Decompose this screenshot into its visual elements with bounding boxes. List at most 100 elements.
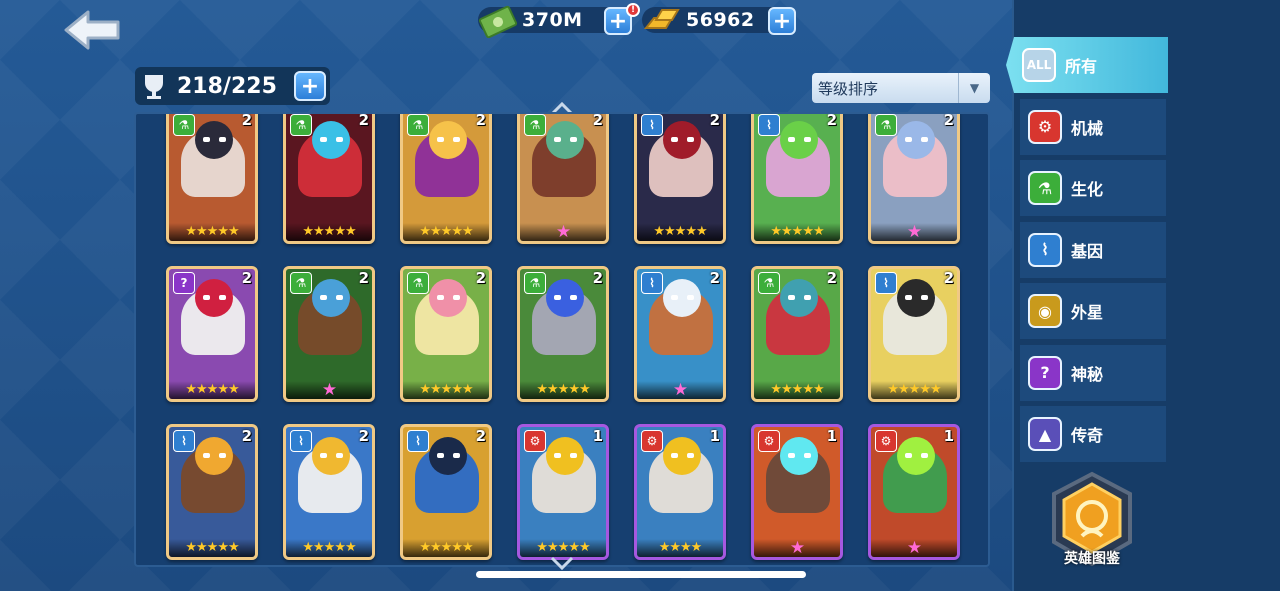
tab-label: 基因 <box>1071 241 1104 261</box>
gold-currency: 56962 + <box>642 4 796 36</box>
tab-legend[interactable]: ▲ 传奇 <box>1020 406 1166 462</box>
star-rating: ★ <box>637 381 723 399</box>
gene-faction-icon: ⌇ <box>875 272 897 294</box>
star-rating: ★★★★★ <box>520 381 606 399</box>
star-rating: ★★★★★ <box>754 223 840 241</box>
bio-faction-icon: ⚗ <box>875 114 897 136</box>
hero-card[interactable]: ⌇ 2 ★★★★★ <box>166 424 258 560</box>
cash-bundle-icon <box>478 5 518 38</box>
star-rating: ★★★★ <box>637 539 723 557</box>
bio-faction-icon: ⚗ <box>407 272 429 294</box>
tab-gene[interactable]: ⌇ 基因 <box>1020 221 1166 278</box>
legend-faction-icon: ▲ <box>1028 417 1062 451</box>
tab-all[interactable]: ALL 所有 <box>1006 37 1168 93</box>
hero-card[interactable]: ⚗ 2 ★★★★★ <box>751 266 843 402</box>
tab-label: 外星 <box>1071 303 1104 322</box>
hero-level: 1 <box>709 427 720 445</box>
mech-faction-icon: ⚙ <box>875 430 897 452</box>
hero-card[interactable]: ⚗ 2 ★★★★★ <box>517 266 609 402</box>
star-rating: ★ <box>871 223 957 241</box>
gene-faction-icon: ⌇ <box>641 272 663 294</box>
hero-card[interactable]: ⌇ 2 ★★★★★ <box>634 114 726 244</box>
hero-grid: ⚗ 2 ★★★★★ ⚗ 2 ★★★★★ ⚗ 2 ★★★★★ ⚗ 2 ★ ⌇ 2 ★★★★★ ⌇ 2 ★★★★★ ⚗ 2… <box>134 112 990 567</box>
hero-level: 2 <box>826 269 837 287</box>
capacity-value: 218/225 <box>177 73 277 99</box>
hero-card[interactable]: ⌇ 2 ★ <box>634 266 726 402</box>
hero-level: 2 <box>241 269 252 287</box>
star-rating: ★★★★★ <box>520 539 606 557</box>
hero-level: 2 <box>826 112 837 129</box>
star-rating: ★★★★★ <box>403 539 489 557</box>
hero-level: 2 <box>709 269 720 287</box>
hero-card[interactable]: ⚗ 2 ★★★★★ <box>283 112 375 244</box>
mech-faction-icon: ⚙ <box>1028 109 1062 144</box>
hero-card[interactable]: ⌇ 2 ★★★★★ <box>868 266 960 402</box>
hero-card[interactable]: ⚙ 1 ★★★★★ <box>517 424 609 560</box>
mech-faction-icon: ⚙ <box>524 430 546 452</box>
sort-dropdown[interactable]: 等级排序 ▼ <box>812 73 990 103</box>
hero-card[interactable]: ⚗ 2 ★★★★★ <box>166 112 258 244</box>
hero-card[interactable]: ⌇ 2 ★★★★★ <box>400 424 492 560</box>
hero-card[interactable]: ⌇ 2 ★★★★★ <box>283 424 375 560</box>
scroll-down-icon <box>550 556 574 570</box>
back-arrow-icon[interactable] <box>62 8 124 52</box>
star-rating: ★ <box>286 381 372 399</box>
hero-level: 2 <box>475 269 486 287</box>
hero-card[interactable]: ⚗ 2 ★ <box>283 266 375 402</box>
bio-faction-icon: ⚗ <box>173 114 195 136</box>
bio-faction-icon: ⚗ <box>407 114 429 136</box>
hero-level: 2 <box>358 427 369 445</box>
hero-level: 2 <box>592 269 603 287</box>
bio-faction-icon: ⚗ <box>758 272 780 294</box>
hero-card[interactable]: ? 2 ★★★★★ <box>166 266 258 402</box>
tab-bio[interactable]: ⚗ 生化 <box>1020 160 1166 216</box>
bio-faction-icon: ⚗ <box>524 114 546 136</box>
expand-capacity-button[interactable]: + <box>294 71 326 101</box>
star-rating: ★★★★★ <box>169 223 255 241</box>
hero-card[interactable]: ⚙ 1 ★ <box>751 424 843 560</box>
hero-card[interactable]: ⚙ 1 ★★★★ <box>634 424 726 560</box>
bio-faction-icon: ⚗ <box>290 114 312 136</box>
hero-card[interactable]: ⚗ 2 ★★★★★ <box>400 114 492 244</box>
hero-card[interactable]: ⚗ 2 ★ <box>517 114 609 244</box>
star-rating: ★★★★★ <box>286 539 372 557</box>
hero-codex-button[interactable]: 英雄图鉴 <box>1042 470 1142 582</box>
add-gold-button[interactable]: + <box>768 7 796 35</box>
gene-faction-icon: ⌇ <box>1028 232 1062 267</box>
mystic-faction-icon: ? <box>173 272 195 294</box>
hero-level: 2 <box>358 269 369 287</box>
tab-mech[interactable]: ⚙ 机械 <box>1020 98 1166 155</box>
add-cash-button[interactable]: +! <box>604 3 640 35</box>
bio-faction-icon: ⚗ <box>1028 171 1062 205</box>
star-rating: ★ <box>520 223 606 241</box>
hero-capacity: 218/225 + <box>135 67 330 105</box>
star-rating: ★★★★★ <box>286 223 372 241</box>
hero-card[interactable]: ⚗ 2 ★ <box>868 112 960 244</box>
hero-level: 2 <box>241 112 252 129</box>
codex-label: 英雄图鉴 <box>1064 551 1120 567</box>
tab-alien[interactable]: ◉ 外星 <box>1020 283 1166 339</box>
tab-mystic[interactable]: ? 神秘 <box>1020 344 1166 401</box>
hero-card[interactable]: ⚗ 2 ★★★★★ <box>400 266 492 402</box>
hero-level: 1 <box>943 427 954 445</box>
all-faction-icon: ALL <box>1022 48 1056 82</box>
tab-label: 生化 <box>1071 180 1104 199</box>
notification-badge: ! <box>626 3 640 17</box>
star-rating: ★★★★★ <box>169 381 255 399</box>
sort-label: 等级排序 <box>818 79 879 98</box>
gold-bars-icon <box>643 9 680 29</box>
cash-currency: 370M +! <box>478 3 640 38</box>
gene-faction-icon: ⌇ <box>290 430 312 452</box>
hero-card[interactable]: ⚙ 1 ★ <box>868 424 960 560</box>
star-rating: ★ <box>754 539 840 557</box>
hero-card[interactable]: ⌇ 2 ★★★★★ <box>751 112 843 244</box>
tab-label: 机械 <box>1071 118 1104 138</box>
mech-faction-icon: ⚙ <box>641 430 663 452</box>
hero-level: 1 <box>826 427 837 445</box>
trophy-cup-icon <box>145 75 163 99</box>
hero-level: 2 <box>358 112 369 129</box>
alien-faction-icon: ◉ <box>1028 294 1062 328</box>
home-indicator <box>476 571 806 578</box>
hero-level: 2 <box>943 112 954 129</box>
star-rating: ★★★★★ <box>169 539 255 557</box>
